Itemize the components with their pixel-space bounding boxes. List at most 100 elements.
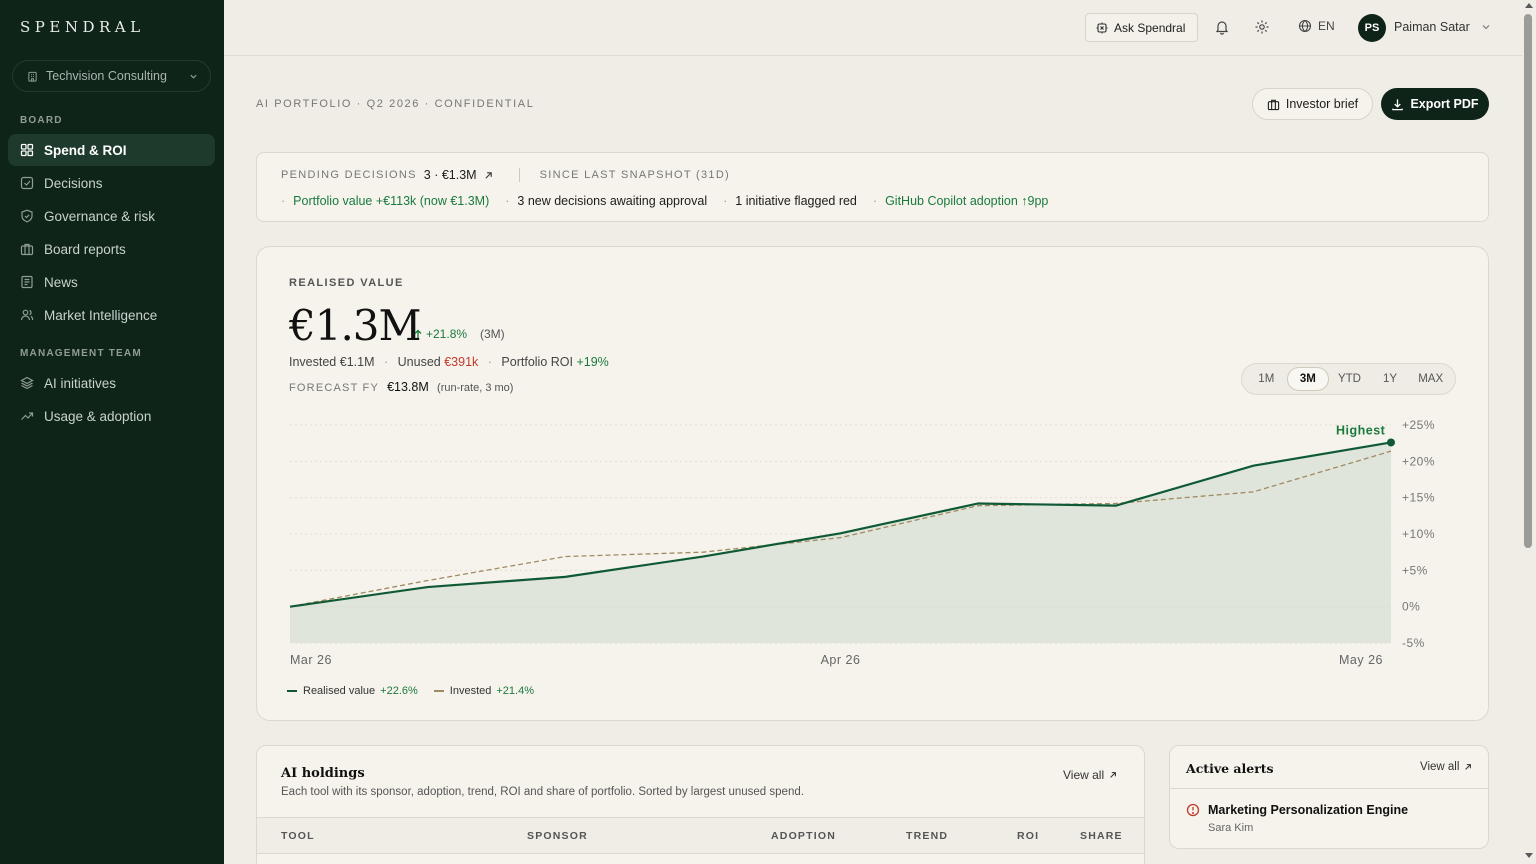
sidebar-item-news[interactable]: News — [8, 266, 215, 298]
language-switcher[interactable]: EN — [1298, 19, 1335, 33]
bullet: · — [487, 355, 492, 369]
sidebar-item-ai-initiatives[interactable]: AI initiatives — [8, 367, 215, 399]
arrow-up-right-icon[interactable] — [484, 171, 493, 180]
org-switcher[interactable]: Techvision Consulting — [12, 60, 211, 92]
scroll-down-arrow-icon[interactable] — [1525, 853, 1533, 858]
realised-area — [290, 442, 1391, 643]
ask-spendral-button[interactable]: Ask Spendral — [1085, 13, 1198, 42]
alert-item-name[interactable]: Marketing Personalization Engine — [1208, 803, 1408, 817]
column-header-adoption[interactable]: ADOPTION — [771, 830, 836, 842]
column-header-roi[interactable]: ROI — [1017, 830, 1039, 842]
users-icon — [20, 308, 34, 322]
sidebar-item-decisions[interactable]: Decisions — [8, 167, 215, 199]
bullet: · — [872, 194, 878, 208]
sidebar-item-governance[interactable]: Governance & risk — [8, 200, 215, 232]
realised-value-card: REALISED VALUE €1.3M +21.8% (3M) Investe… — [256, 246, 1489, 721]
range-ytd[interactable]: YTD — [1329, 367, 1370, 391]
sidebar-item-board-reports[interactable]: Board reports — [8, 233, 215, 265]
chevron-down-icon — [190, 74, 197, 79]
pending-value[interactable]: 3 · €1.3M — [424, 168, 477, 182]
sidebar-item-label: Board reports — [44, 241, 126, 257]
roi-value: +19% — [576, 355, 609, 369]
section-management-label: MANAGEMENT TEAM — [20, 348, 142, 359]
active-alerts-card: Active alerts View all Marketing Persona… — [1169, 745, 1489, 849]
realised-change-value: +21.8% — [426, 327, 468, 341]
avatar[interactable]: PS — [1358, 14, 1386, 42]
chevron-down-icon[interactable] — [1481, 22, 1491, 32]
x-tick-label: May 26 — [1339, 653, 1383, 667]
export-pdf-button[interactable]: Export PDF — [1381, 88, 1489, 120]
y-tick-label: -5% — [1402, 636, 1425, 650]
page-eyebrow: AI PORTFOLIO · Q2 2026 · CONFIDENTIAL — [256, 98, 535, 110]
snapshot-item: 3 new decisions awaiting approval — [517, 194, 708, 208]
globe-icon — [1298, 19, 1312, 33]
arrow-up-right-icon — [1465, 764, 1472, 770]
range-3m[interactable]: 3M — [1286, 367, 1330, 391]
check-square-icon — [20, 176, 34, 190]
gear-icon[interactable] — [1254, 19, 1270, 35]
holdings-view-all-link[interactable]: View all — [1063, 768, 1117, 782]
export-pdf-label: Export PDF — [1410, 97, 1479, 111]
legend-change-invested: +21.4% — [496, 685, 534, 697]
range-max[interactable]: MAX — [1410, 367, 1451, 391]
column-header-trend[interactable]: TREND — [906, 830, 948, 842]
investor-brief-button[interactable]: Investor brief — [1252, 88, 1373, 120]
y-tick-label: +15% — [1402, 491, 1435, 505]
range-selector: 1M 3M YTD 1Y MAX — [1241, 363, 1456, 395]
sidebar-item-spend-roi[interactable]: Spend & ROI — [8, 134, 215, 166]
sidebar-item-label: Usage & adoption — [44, 408, 152, 424]
grid-icon — [20, 143, 34, 157]
org-name: Techvision Consulting — [46, 69, 167, 83]
download-icon — [1392, 98, 1404, 110]
unused-value: €391k — [444, 355, 479, 369]
alerts-view-all-link[interactable]: View all — [1420, 761, 1472, 773]
ai-holdings-subtitle: Each tool with its sponsor, adoption, tr… — [281, 786, 804, 798]
column-header-share[interactable]: SHARE — [1080, 830, 1123, 842]
user-name[interactable]: Paiman Satar — [1394, 20, 1470, 34]
unused-label: Unused — [397, 355, 441, 369]
briefcase-icon — [20, 242, 34, 256]
bullet: · — [281, 194, 286, 208]
column-header-sponsor[interactable]: SPONSOR — [527, 830, 588, 842]
scrollbar-thumb[interactable] — [1524, 14, 1532, 548]
portfolio-summary: Invested €1.1M · Unused €391k · Portfoli… — [289, 355, 609, 369]
legend-swatch-realised — [287, 690, 297, 692]
range-1m[interactable]: 1M — [1246, 367, 1287, 391]
y-tick-label: +5% — [1402, 563, 1428, 577]
sidebar-item-label: News — [44, 274, 78, 290]
alert-circle-icon — [1186, 803, 1200, 817]
column-header-tool[interactable]: TOOL — [281, 830, 315, 842]
y-tick-label: +25% — [1402, 418, 1435, 432]
brand-logo[interactable]: SPENDRAL — [20, 18, 145, 36]
briefcase-icon — [1267, 99, 1280, 110]
since-snapshot-label: SINCE LAST SNAPSHOT (31D) — [539, 169, 731, 181]
snapshot-item: GitHub Copilot adoption ↑9pp — [885, 194, 1049, 208]
sidebar-item-usage-adoption[interactable]: Usage & adoption — [8, 400, 215, 432]
legend-label-realised: Realised value — [303, 685, 376, 697]
sidebar-item-label: Spend & ROI — [44, 142, 127, 158]
realised-value-label: REALISED VALUE — [289, 277, 404, 289]
holdings-table-header: TOOL SPONSOR ADOPTION TREND ROI SHARE — [257, 817, 1144, 854]
bell-icon[interactable] — [1214, 19, 1230, 35]
building-icon — [28, 71, 37, 82]
range-1y[interactable]: 1Y — [1370, 367, 1411, 391]
invested-value: €1.1M — [339, 355, 375, 369]
realised-value-chart: +25% +20% +15% +10% +5% 0% -5% Highest Mar 26 Apr… — [289, 418, 1435, 667]
sidebar-item-label: Governance & risk — [44, 208, 156, 224]
sidebar-item-label: Decisions — [44, 175, 103, 191]
trend-icon — [20, 409, 34, 423]
sidebar-item-label: AI initiatives — [44, 375, 117, 391]
sidebar-item-label: Market Intelligence — [44, 307, 158, 323]
bullet: · — [383, 355, 389, 369]
scroll-up-arrow-icon[interactable] — [1525, 3, 1533, 8]
topbar: Ask Spendral EN PS Paiman Satar — [224, 0, 1522, 56]
pending-decisions-strip: PENDING DECISIONS 3 · €1.3M SINCE LAST S… — [256, 152, 1489, 222]
sidebar-item-market-intelligence[interactable]: Market Intelligence — [8, 299, 215, 331]
language-label: EN — [1318, 19, 1335, 33]
shield-icon — [20, 209, 34, 223]
forecast-label: FORECAST FY — [289, 382, 379, 394]
forecast-value: €13.8M — [387, 380, 429, 394]
arrow-up-right-icon — [1110, 772, 1117, 778]
divider — [518, 168, 520, 182]
ai-holdings-title: AI holdings — [281, 766, 365, 781]
